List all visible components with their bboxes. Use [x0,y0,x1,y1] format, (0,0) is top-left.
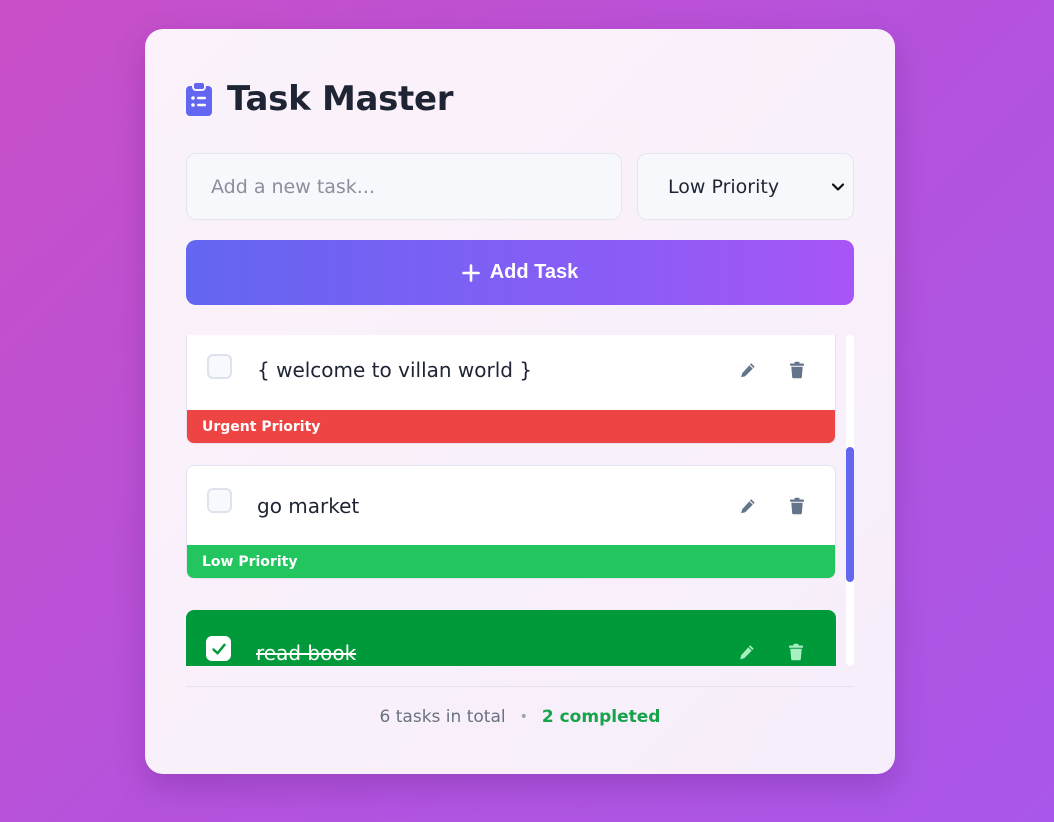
edit-button[interactable] [736,494,760,518]
page-title: Task Master [227,79,454,119]
edit-button[interactable] [735,640,759,664]
delete-button[interactable] [785,358,809,382]
task-row: read book [186,610,836,666]
completed-count: 2 completed [541,707,661,727]
task-summary: 6 tasks in total • 2 completed [145,707,895,727]
pencil-icon [741,499,755,514]
delete-button[interactable] [785,494,809,518]
scrollbar-thumb[interactable] [846,447,854,582]
separator-dot: • [519,709,528,725]
task-text: { welcome to villan world } [257,358,533,382]
chevron-down-icon [831,182,845,191]
task-row: { welcome to villan world } [187,335,835,400]
delete-button[interactable] [784,640,808,664]
task-checkbox[interactable] [207,354,232,379]
task-list[interactable]: { welcome to villan world } Urgent Prior… [186,335,836,666]
task-text: read book [256,641,357,665]
add-task-button[interactable]: Add Task [186,240,854,305]
divider [186,686,854,687]
header: Task Master [185,79,454,119]
priority-select-value: Low Priority [668,175,780,198]
pencil-icon [741,363,755,378]
task-row: go market [187,466,835,542]
task-list-scrollbar[interactable] [846,335,854,666]
clipboard-list-icon [186,81,212,116]
task-master-card: Task Master Low Priority Add Task { welc… [145,29,895,774]
task-item: go market Low Priority [186,465,836,579]
priority-tag-low: Low Priority [187,545,835,578]
add-task-label: Add Task [489,261,579,283]
total-count: 6 tasks in total [379,707,506,727]
task-text: go market [257,494,360,518]
trash-icon [790,497,804,515]
task-item: { welcome to villan world } Urgent Prior… [186,335,836,444]
task-item-completed: read book [186,610,836,666]
pencil-icon [740,645,754,660]
checkmark-icon [211,643,226,655]
task-checkbox-checked[interactable] [206,636,231,661]
priority-tag-urgent: Urgent Priority [187,410,835,443]
trash-icon [790,361,804,379]
priority-select[interactable]: Low Priority [637,153,854,220]
trash-icon [789,643,803,661]
plus-icon [461,263,480,282]
new-task-input[interactable] [186,153,622,220]
edit-button[interactable] [736,358,760,382]
task-checkbox[interactable] [207,488,232,513]
